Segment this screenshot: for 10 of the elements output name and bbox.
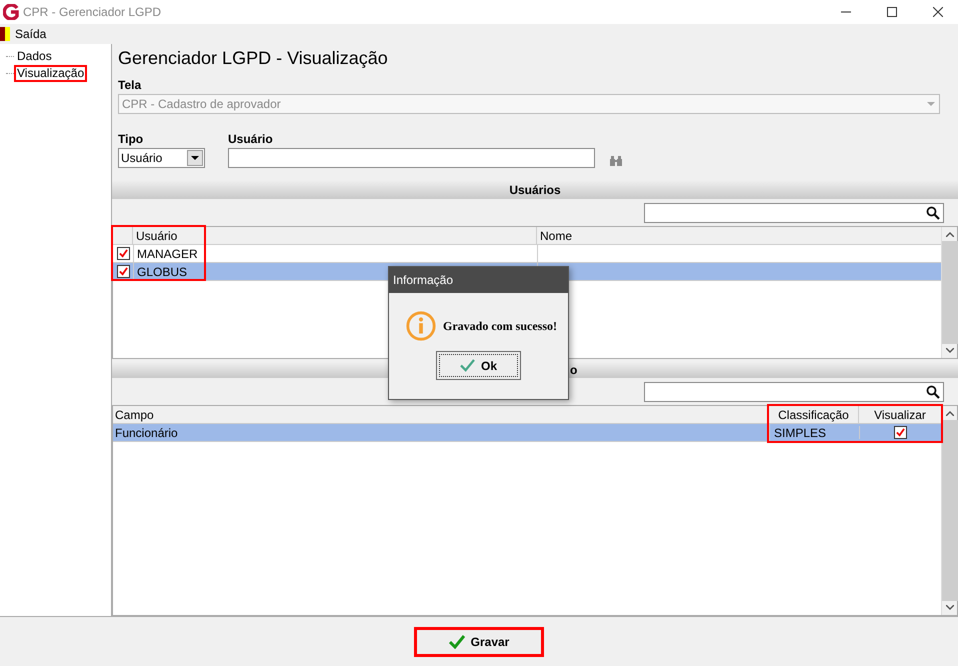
window-title: CPR - Gerenciador LGPD xyxy=(23,4,162,21)
field-label: Tela xyxy=(118,77,142,94)
field-label: Tipo xyxy=(118,131,144,148)
page-title: Gerenciador LGPD - Visualização xyxy=(118,47,389,70)
dialog-message: Gravado com sucesso! xyxy=(443,318,557,335)
table-cell-text: Funcionário xyxy=(114,424,179,442)
table-cell: SIMPLES xyxy=(769,424,859,442)
panel-title: o xyxy=(570,362,578,379)
field-label: Usuário xyxy=(228,131,274,148)
panel-title: Usuários xyxy=(509,182,561,198)
